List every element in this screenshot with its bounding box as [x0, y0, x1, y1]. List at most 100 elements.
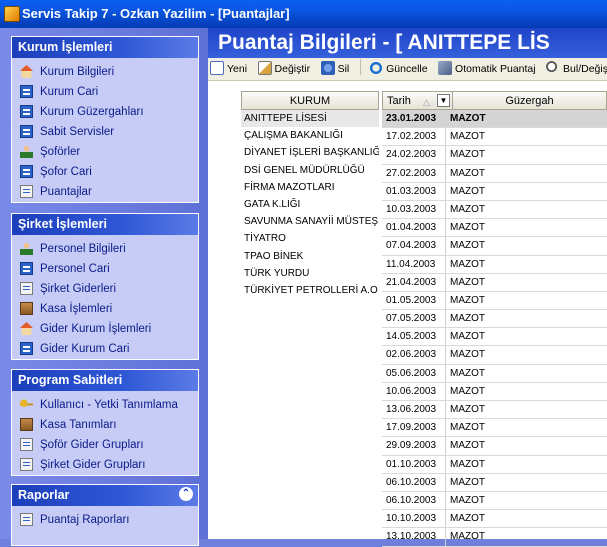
puantaj-row[interactable]: 11.04.2003 MAZOT	[382, 255, 607, 274]
left-pane	[208, 81, 232, 539]
route-cell: MAZOT	[450, 203, 485, 215]
puantaj-row[interactable]: 29.09.2003 MAZOT	[382, 437, 607, 456]
puantaj-grid[interactable]: Tarih △ ▼ Güzergah 23.01.2003 MAZOT 17.02.…	[382, 91, 607, 547]
puantaj-row[interactable]: 21.04.2003 MAZOT	[382, 273, 607, 292]
puantaj-row[interactable]: 01.03.2003 MAZOT	[382, 182, 607, 201]
sidebar-item[interactable]: Personel Cari	[12, 259, 198, 279]
date-cell: 07.05.2003	[382, 310, 446, 328]
date-cell: 01.04.2003	[382, 219, 446, 237]
person-icon	[20, 145, 33, 158]
route-cell: MAZOT	[450, 222, 485, 234]
edit-button[interactable]: Değiştir	[256, 58, 315, 80]
puantaj-row[interactable]: 10.10.2003 MAZOT	[382, 510, 607, 529]
date-cell: 06.10.2003	[382, 491, 446, 510]
find-replace-button[interactable]: Bul/Değişt	[544, 58, 607, 80]
puantaj-row[interactable]: 17.09.2003 MAZOT	[382, 419, 607, 438]
date-cell: 23.01.2003	[382, 110, 446, 128]
sidebar-group-header[interactable]: Program Sabitleri	[12, 370, 198, 391]
kurum-row[interactable]: TİYATRO	[241, 230, 379, 247]
date-cell: 10.06.2003	[382, 382, 446, 400]
sidebar-item[interactable]: Şoförler	[12, 142, 198, 162]
route-cell: MAZOT	[450, 440, 485, 452]
sidebar-item[interactable]: Şoför Gider Grupları	[12, 435, 198, 455]
kurum-row[interactable]: FİRMA MAZOTLARI	[241, 179, 379, 196]
date-cell: 10.10.2003	[382, 510, 446, 528]
puantaj-row[interactable]: 07.05.2003 MAZOT	[382, 310, 607, 329]
puantaj-row[interactable]: 01.05.2003 MAZOT	[382, 291, 607, 311]
sidebar-group-header[interactable]: Şirket İşlemleri	[12, 214, 198, 235]
route-cell: MAZOT	[450, 131, 485, 143]
sidebar-group: Program Sabitleri Kullanıcı - Yetki Tanım…	[11, 369, 199, 476]
route-cell: MAZOT	[450, 385, 485, 397]
new-button[interactable]: Yeni	[208, 58, 251, 80]
date-cell: 21.04.2003	[382, 273, 446, 291]
sidebar-item[interactable]: Personel Bilgileri	[12, 239, 198, 259]
sidebar-group-header[interactable]: Raporlar ⌃	[12, 485, 198, 506]
sidebar-item[interactable]: Kasa İşlemleri	[12, 299, 198, 319]
puantaj-row[interactable]: 07.04.2003 MAZOT	[382, 237, 607, 256]
date-cell: 06.10.2003	[382, 473, 446, 491]
sidebar-item[interactable]: Şirket Gider Grupları	[12, 455, 198, 475]
sidebar-item[interactable]: Kurum Güzergahları	[12, 102, 198, 122]
kurum-row[interactable]: TPAO BİNEK	[241, 248, 379, 265]
table-icon	[20, 105, 33, 118]
kurum-row[interactable]: TÜRK YURDU	[241, 265, 379, 282]
puantaj-row[interactable]: 01.10.2003 MAZOT	[382, 455, 607, 474]
kurum-row[interactable]: SAVUNMA SANAYİİ MÜSTEŞ	[241, 213, 379, 230]
sidebar-item[interactable]: Gider Kurum İşlemleri	[12, 319, 198, 339]
kurum-row[interactable]: DİYANET İŞLERİ BAŞKANLIĞ	[241, 144, 379, 161]
sidebar-item[interactable]: Gider Kurum Cari	[12, 339, 198, 359]
document-icon	[20, 513, 33, 526]
puantaj-row[interactable]: 27.02.2003 MAZOT	[382, 164, 607, 183]
route-cell: MAZOT	[450, 276, 485, 288]
sidebar-item[interactable]: Sabit Servisler	[12, 122, 198, 142]
filter-dropdown-icon[interactable]: ▼	[437, 94, 450, 107]
kurum-row[interactable]: TÜRKİYET PETROLLERİ A.O	[241, 282, 379, 299]
sidebar-item[interactable]: Kasa Tanımları	[12, 415, 198, 435]
auto-puantaj-button[interactable]: Otomatik Puantaj	[436, 58, 540, 80]
kurum-grid[interactable]: KURUM ANITTEPE LİSESİ ÇALIŞMA BAKANLIĞI Dİ…	[241, 91, 379, 539]
puantaj-row[interactable]: 23.01.2003 MAZOT	[382, 110, 607, 129]
sidebar-item[interactable]: Kullanıcı - Yetki Tanımlama	[12, 395, 198, 415]
kurum-row[interactable]: ANITTEPE LİSESİ	[241, 110, 379, 128]
puantaj-row[interactable]: 10.03.2003 MAZOT	[382, 200, 607, 220]
sidebar-item[interactable]: Puantajlar	[12, 182, 198, 202]
route-cell: MAZOT	[450, 185, 485, 197]
puantaj-row[interactable]: 10.06.2003 MAZOT	[382, 382, 607, 401]
puantaj-header: Tarih △ ▼ Güzergah	[382, 91, 607, 110]
date-cell: 17.02.2003	[382, 128, 446, 146]
document-icon	[20, 185, 33, 198]
new-icon	[210, 61, 224, 75]
toolbar-separator	[359, 59, 361, 75]
sidebar-group-header[interactable]: Kurum İşlemleri	[12, 37, 198, 58]
kurum-row[interactable]: DSİ GENEL MÜDÜRLÜĞÜ	[241, 162, 379, 179]
puantaj-row[interactable]: 13.06.2003 MAZOT	[382, 401, 607, 420]
puantaj-row[interactable]: 01.04.2003 MAZOT	[382, 219, 607, 238]
puantaj-row[interactable]: 02.06.2003 MAZOT	[382, 346, 607, 365]
collapse-chevron-icon[interactable]: ⌃	[179, 487, 193, 501]
kurum-row[interactable]: GATA K.LIĞI	[241, 196, 379, 213]
route-column-header[interactable]: Güzergah	[453, 92, 606, 109]
find-icon	[546, 61, 561, 75]
route-cell: MAZOT	[450, 167, 485, 179]
puantaj-row[interactable]: 17.02.2003 MAZOT	[382, 128, 607, 147]
sidebar-item[interactable]: Şirket Giderleri	[12, 279, 198, 299]
puantaj-row[interactable]: 05.06.2003 MAZOT	[382, 364, 607, 383]
document-icon	[20, 458, 33, 471]
sidebar-item[interactable]: Kurum Cari	[12, 82, 198, 102]
kurum-column-header[interactable]: KURUM	[241, 91, 379, 110]
sidebar-item[interactable]: Puantaj Raporları	[12, 510, 198, 530]
date-cell: 01.10.2003	[382, 455, 446, 473]
puantaj-row[interactable]: 06.10.2003 MAZOT	[382, 491, 607, 511]
puantaj-row[interactable]: 06.10.2003 MAZOT	[382, 473, 607, 492]
kurum-row[interactable]: ÇALIŞMA BAKANLIĞI	[241, 127, 379, 144]
table-icon	[20, 342, 33, 355]
refresh-button[interactable]: Güncelle	[367, 58, 431, 80]
puantaj-row[interactable]: 24.02.2003 MAZOT	[382, 146, 607, 165]
sidebar-item[interactable]: Şofor Cari	[12, 162, 198, 182]
puantaj-row[interactable]: 14.05.2003 MAZOT	[382, 328, 607, 347]
delete-button[interactable]: Sil	[319, 58, 354, 80]
sidebar-item[interactable]: Kurum Bilgileri	[12, 62, 198, 82]
puantaj-row[interactable]: 13.10.2003 MAZOT	[382, 528, 607, 547]
date-column-header[interactable]: Tarih △ ▼	[383, 92, 453, 109]
